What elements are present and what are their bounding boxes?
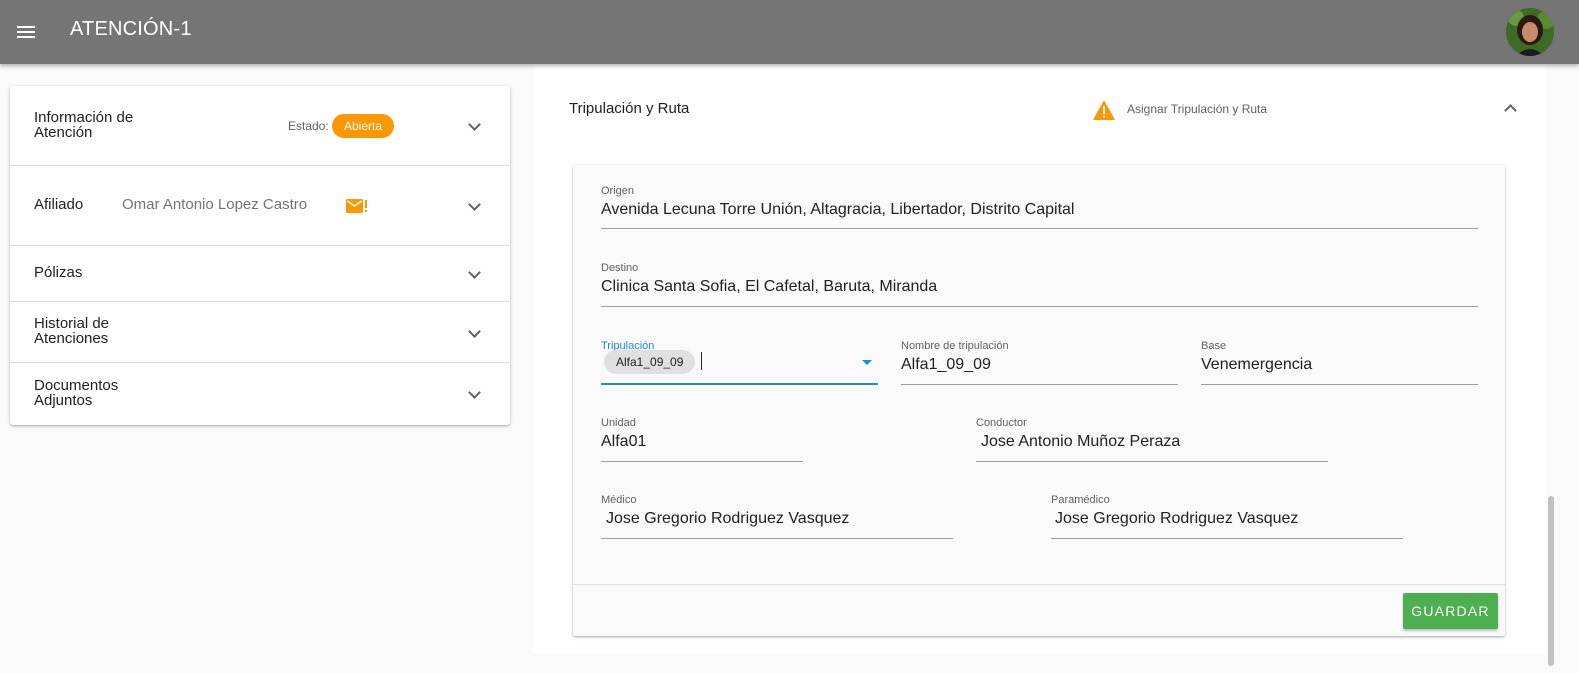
- tripulacion-ruta-panel: Tripulación y Ruta Asignar Tripulación y…: [533, 64, 1546, 654]
- accordion-documentos[interactable]: Documentos Adjuntos: [10, 363, 510, 425]
- field-label: Paramédico: [1051, 494, 1110, 506]
- chevron-down-icon[interactable]: [468, 327, 480, 339]
- accordion-informacion[interactable]: Información de Atención Estado: Abierta: [10, 86, 510, 166]
- accordion-title: Historial de Atenciones: [34, 315, 110, 347]
- scrollbar-thumb[interactable]: [1548, 496, 1554, 666]
- medico-field[interactable]: Médico Jose Gregorio Rodriguez Vasquez: [601, 494, 953, 539]
- warning-icon: [1093, 100, 1115, 120]
- unidad-field[interactable]: Unidad Alfa01: [601, 417, 803, 462]
- field-value: Jose Gregorio Rodriguez Vasquez: [1055, 510, 1299, 527]
- mail-alert-icon[interactable]: [346, 199, 368, 213]
- card-divider: [573, 584, 1505, 585]
- save-button[interactable]: GUARDAR: [1403, 593, 1498, 629]
- accordion-title: Afiliado: [34, 196, 84, 213]
- chevron-up-icon[interactable]: [1503, 102, 1517, 114]
- chevron-down-icon[interactable]: [468, 120, 480, 132]
- field-label: Nombre de tripulación: [901, 340, 1009, 352]
- destino-field[interactable]: Destino Clinica Santa Sofia, El Cafetal,…: [601, 262, 1478, 307]
- accordion-afiliado[interactable]: Afiliado Omar Antonio Lopez Castro: [10, 166, 510, 246]
- field-label: Conductor: [976, 417, 1027, 429]
- field-value: Jose Antonio Muñoz Peraza: [981, 433, 1181, 450]
- accordion-title: Pólizas: [34, 264, 83, 281]
- field-value: Jose Gregorio Rodriguez Vasquez: [606, 510, 850, 527]
- status-badge: Abierta: [332, 114, 395, 138]
- accordion-polizas[interactable]: Pólizas: [10, 246, 510, 302]
- accordion-title: Documentos Adjuntos: [34, 377, 119, 409]
- accordion-title: Información de Atención: [34, 109, 134, 141]
- field-value: Avenida Lecuna Torre Unión, Altagracia, …: [601, 201, 1075, 218]
- avatar[interactable]: [1506, 8, 1554, 56]
- field-label: Origen: [601, 185, 635, 197]
- attention-accordion: Información de Atención Estado: Abierta …: [10, 86, 510, 425]
- section-title: Tripulación y Ruta: [569, 100, 690, 117]
- app-bar: ATENCIÓN-1: [0, 0, 1579, 64]
- menu-icon[interactable]: [14, 20, 38, 44]
- field-value: Venemergencia: [1201, 356, 1313, 373]
- conductor-field[interactable]: Conductor Jose Antonio Muñoz Peraza: [976, 417, 1328, 462]
- field-value: Alfa01: [601, 433, 647, 450]
- page-title: ATENCIÓN-1: [70, 18, 192, 40]
- tripulacion-select[interactable]: Tripulación Alfa1_09_09: [601, 340, 878, 385]
- afiliado-name: Omar Antonio Lopez Castro: [122, 196, 308, 213]
- chevron-down-icon[interactable]: [468, 268, 480, 280]
- chevron-down-icon[interactable]: [468, 200, 480, 212]
- tripulacion-chip[interactable]: Alfa1_09_09: [604, 350, 696, 374]
- origen-field[interactable]: Origen Avenida Lecuna Torre Unión, Altag…: [601, 185, 1478, 229]
- dropdown-arrow-icon[interactable]: [862, 360, 872, 365]
- paramedico-field[interactable]: Paramédico Jose Gregorio Rodriguez Vasqu…: [1051, 494, 1403, 539]
- field-label: Médico: [601, 494, 637, 506]
- field-value: Clinica Santa Sofia, El Cafetal, Baruta,…: [601, 278, 938, 295]
- field-label: Unidad: [601, 417, 636, 429]
- nombre-tripulacion-field[interactable]: Nombre de tripulación Alfa1_09_09: [901, 340, 1178, 385]
- field-value: Alfa1_09_09: [901, 356, 991, 373]
- route-form: Origen Avenida Lecuna Torre Unión, Altag…: [573, 165, 1505, 636]
- base-field[interactable]: Base Venemergencia: [1201, 340, 1478, 385]
- estado-label: Estado:: [288, 119, 329, 133]
- warning-text: Asignar Tripulación y Ruta: [1127, 102, 1268, 116]
- field-label: Base: [1201, 340, 1227, 352]
- chevron-down-icon[interactable]: [468, 388, 480, 400]
- accordion-historial[interactable]: Historial de Atenciones: [10, 302, 510, 363]
- field-label: Destino: [601, 262, 639, 274]
